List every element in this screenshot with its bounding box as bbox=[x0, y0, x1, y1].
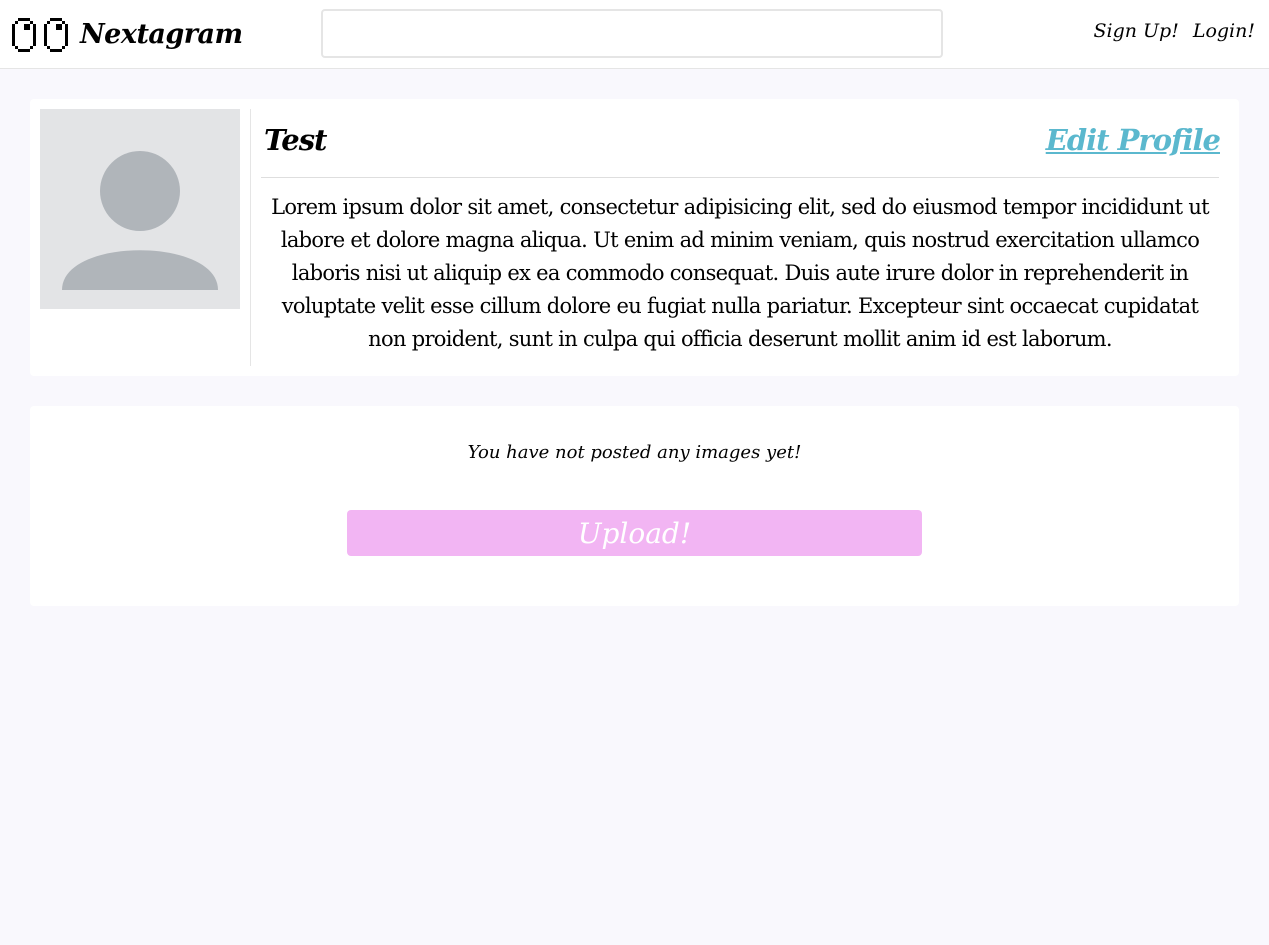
navbar: Nextagram Sign Up! Login! bbox=[0, 0, 1269, 69]
profile-card: Test Edit Profile Lorem ipsum dolor sit … bbox=[30, 99, 1239, 376]
login-link[interactable]: Login! bbox=[1193, 20, 1255, 42]
eyes-icon bbox=[12, 18, 68, 52]
profile-username: Test bbox=[264, 123, 327, 157]
search-input[interactable] bbox=[321, 9, 943, 58]
vertical-divider bbox=[250, 109, 251, 366]
default-avatar-icon bbox=[62, 151, 218, 290]
posts-card: You have not posted any images yet! Uplo… bbox=[30, 406, 1239, 606]
edit-profile-link[interactable]: Edit Profile bbox=[1046, 123, 1221, 157]
empty-posts-message: You have not posted any images yet! bbox=[467, 442, 802, 463]
brand-name: Nextagram bbox=[80, 18, 243, 50]
profile-bio: Lorem ipsum dolor sit amet, consectetur … bbox=[271, 195, 1209, 351]
avatar bbox=[40, 109, 240, 309]
nav-links: Sign Up! Login! bbox=[1093, 20, 1255, 42]
horizontal-divider bbox=[261, 177, 1219, 178]
brand-link[interactable]: Nextagram bbox=[12, 14, 243, 54]
upload-button[interactable]: Upload! bbox=[347, 510, 922, 556]
sign-up-link[interactable]: Sign Up! bbox=[1093, 20, 1178, 42]
